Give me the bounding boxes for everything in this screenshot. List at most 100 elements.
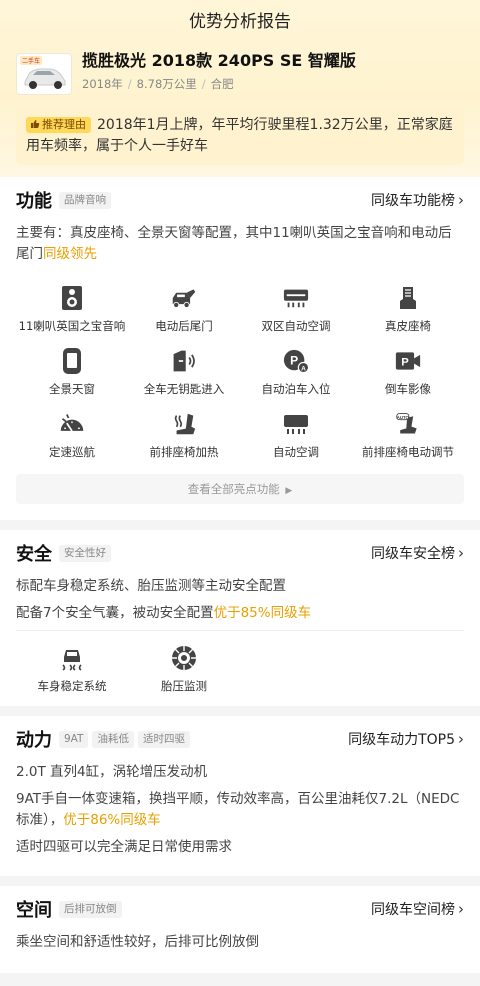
chevron-right-icon: › (458, 900, 464, 918)
seat-heat-icon (171, 411, 197, 437)
chevron-right-icon: › (458, 730, 464, 748)
feature-item: 自动空调 (240, 411, 352, 460)
feature-label: 全景天窗 (49, 382, 95, 396)
auto-ac-icon (283, 411, 309, 437)
power-title: 动力 (16, 730, 52, 751)
function-rank-label: 同级车功能榜 (371, 193, 455, 209)
feature-label: 定速巡航 (49, 445, 95, 459)
safety-line-2-main: 配备7个安全气囊，被动安全配置 (16, 605, 214, 621)
feature-label: 倒车影像 (385, 382, 431, 396)
feature-label: 自动空调 (273, 445, 319, 459)
feature-label: 11喇叭英国之宝音响 (18, 319, 126, 333)
svg-text:A: A (301, 365, 306, 372)
car-mileage: 8.78万公里 (136, 77, 197, 91)
safety-title: 安全 (16, 544, 52, 565)
safety-line-2-highlight: 优于85%同级车 (213, 605, 312, 621)
function-desc: 主要有：真皮座椅、全景天窗等配置，其中11喇叭英国之宝音响和电动后尾门同级领先 (16, 223, 464, 271)
space-title: 空间 (16, 900, 52, 921)
svg-text:P: P (401, 356, 409, 368)
function-desc-highlight: 同级领先 (43, 246, 97, 262)
power-line-2: 9AT手自一体变速箱，换挡平顺，传动效率高，百公里油耗仅7.2L（NEDC标准）… (16, 789, 464, 831)
see-all-label: 查看全部亮点功能 (187, 482, 280, 496)
safety-chip: 安全性好 (59, 544, 111, 562)
function-card: 功能 品牌音响 同级车功能榜 › 主要有：真皮座椅、全景天窗等配置，其中11喇叭… (0, 177, 480, 520)
ac-dual-icon (283, 285, 309, 311)
feature-item: 真皮座椅 (352, 285, 464, 334)
space-rank-label: 同级车空间榜 (371, 902, 455, 918)
feature-label: 电动后尾门 (155, 319, 213, 333)
power-chip-2: 油耗低 (92, 730, 134, 748)
car-info: 二手车 揽胜极光 2018款 240PS SE 智耀版 2018年/8.78万公… (0, 44, 480, 95)
keyless-icon (171, 348, 197, 374)
feature-label: 自动泊车入位 (261, 382, 331, 396)
safety-grid: 车身稳定系统 胎压监测 (16, 631, 464, 706)
recommend-reason: 推荐理由 2018年1月上牌，年平均行驶里程1.32万公里，正常家庭用车频率，属… (16, 107, 464, 165)
see-all-features-button[interactable]: 查看全部亮点功能 ▶ (16, 474, 464, 504)
power-line-3: 适时四驱可以完全满足日常使用需求 (16, 839, 232, 855)
feature-item: 胎压监测 (128, 645, 240, 694)
auto-parking-icon: PA (283, 348, 309, 374)
power-line-1: 2.0T 直列4缸，涡轮增压发动机 (16, 764, 208, 780)
feature-item: P 倒车影像 (352, 348, 464, 397)
speaker-icon (59, 285, 85, 311)
function-chip: 品牌音响 (59, 191, 111, 209)
function-grid: 11喇叭英国之宝音响 电动后尾门 双区自动空调 真皮座椅 全景天窗 全车无钥匙进… (16, 271, 464, 468)
chevron-right-icon: › (458, 191, 464, 209)
sunroof-icon (59, 348, 85, 374)
space-chip: 后排可放倒 (59, 900, 122, 918)
feature-item: 电动后尾门 (128, 285, 240, 334)
feature-item: 双区自动空调 (240, 285, 352, 334)
safety-line-2: 配备7个安全气囊，被动安全配置优于85%同级车 (16, 603, 464, 624)
feature-label: 前排座椅电动调节 (362, 445, 454, 459)
page: 优势分析报告 二手车 揽胜极光 2018款 240PS SE 智耀版 2018年… (0, 0, 480, 986)
feature-item: 全车无钥匙进入 (128, 348, 240, 397)
car-year: 2018年 (82, 77, 123, 91)
power-line-2-highlight: 优于86%同级车 (63, 812, 161, 828)
feature-label: 车身稳定系统 (37, 679, 107, 693)
chevron-right-icon: › (458, 544, 464, 562)
feature-item: 全景天窗 (16, 348, 128, 397)
car-meta: 2018年/8.78万公里 / 合肥 (82, 77, 234, 91)
power-card: 动力 9AT 油耗低 适时四驱 同级车动力TOP5 › 2.0T 直列4缸，涡轮… (0, 716, 480, 876)
power-rank-label: 同级车动力TOP5 (348, 732, 455, 748)
feature-label: 双区自动空调 (261, 319, 331, 333)
feature-item: 定速巡航 (16, 411, 128, 460)
thumb-up-icon (31, 120, 40, 128)
feature-item: 车身稳定系统 (16, 645, 128, 694)
thumb-tag: 二手车 (20, 56, 43, 65)
power-chip-1: 9AT (59, 730, 89, 748)
leather-seat-icon (395, 285, 421, 311)
seat-power-icon: AUTO (395, 411, 421, 437)
page-title: 优势分析报告 (189, 12, 291, 32)
space-card: 空间 后排可放倒 同级车空间榜 › 乘坐空间和舒适性较好，后排可比例放倒 (0, 886, 480, 973)
safety-card: 安全 安全性好 同级车安全榜 › 标配车身稳定系统、胎压监测等主动安全配置 配备… (0, 530, 480, 706)
feature-label: 胎压监测 (161, 679, 207, 693)
safety-rank-link[interactable]: 同级车安全榜 › (371, 543, 464, 563)
reverse-camera-icon: P (395, 348, 421, 374)
feature-label: 全车无钥匙进入 (143, 382, 225, 396)
car-name: 揽胜极光 2018款 240PS SE 智耀版 (82, 51, 356, 70)
reason-tag-label: 推荐理由 (42, 118, 86, 131)
power-chip-3: 适时四驱 (137, 730, 190, 748)
stability-icon (59, 645, 85, 671)
feature-item: AUTO 前排座椅电动调节 (352, 411, 464, 460)
space-rank-link[interactable]: 同级车空间榜 › (371, 899, 464, 919)
hero-section: 优势分析报告 二手车 揽胜极光 2018款 240PS SE 智耀版 2018年… (0, 0, 480, 177)
function-rank-link[interactable]: 同级车功能榜 › (371, 190, 464, 210)
feature-label: 真皮座椅 (385, 319, 431, 333)
svg-text:P: P (290, 354, 298, 368)
safety-rank-label: 同级车安全榜 (371, 546, 455, 562)
function-title: 功能 (16, 191, 52, 212)
reason-tag: 推荐理由 (26, 117, 91, 133)
space-line-1: 乘坐空间和舒适性较好，后排可比例放倒 (16, 934, 259, 950)
car-city: 合肥 (210, 77, 234, 91)
safety-line-1: 标配车身稳定系统、胎压监测等主动安全配置 (16, 578, 286, 594)
triangle-right-icon: ▶ (285, 486, 293, 496)
tire-pressure-icon (171, 645, 197, 671)
cruise-icon (59, 411, 85, 437)
feature-item: 前排座椅加热 (128, 411, 240, 460)
car-thumbnail[interactable]: 二手车 (16, 53, 72, 95)
power-rank-link[interactable]: 同级车动力TOP5 › (348, 729, 464, 749)
svg-text:AUTO: AUTO (397, 415, 410, 420)
feature-item: 11喇叭英国之宝音响 (16, 285, 128, 334)
